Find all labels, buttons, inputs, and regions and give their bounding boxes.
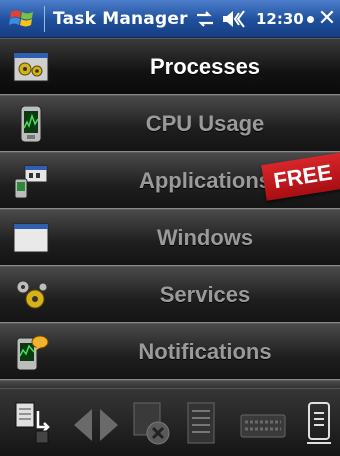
menu-item-label: CPU Usage xyxy=(145,111,265,136)
menu-device-icon[interactable] xyxy=(306,401,332,445)
menu-item-notifications[interactable]: Notifications xyxy=(0,323,340,380)
task-menu: Processes CPU Usage Applications Windows xyxy=(0,38,340,402)
menu-item-processes[interactable]: Processes xyxy=(0,38,340,95)
close-button[interactable]: ✕ xyxy=(316,5,338,33)
end-task-icon[interactable] xyxy=(132,401,172,445)
title-bar: Task Manager 12:30 ✕ xyxy=(0,0,340,38)
services-gears-icon xyxy=(16,280,48,309)
cpu-usage-device-icon xyxy=(20,106,42,142)
volume-icon[interactable] xyxy=(221,9,247,29)
applications-device-icon xyxy=(14,165,48,199)
menu-item-services[interactable]: Services xyxy=(0,266,340,323)
list-icon[interactable] xyxy=(186,401,216,445)
clock[interactable]: 12:30 xyxy=(256,10,304,28)
app-title: Task Manager xyxy=(53,9,188,29)
menu-item-label: Notifications xyxy=(138,339,272,364)
window-icon xyxy=(13,223,49,253)
notifications-device-icon xyxy=(16,335,49,370)
menu-item-cpu-usage[interactable]: CPU Usage xyxy=(0,95,340,152)
back-arrow-icon[interactable] xyxy=(72,407,94,443)
notification-dot-icon xyxy=(307,16,314,23)
windows-start-icon[interactable] xyxy=(9,7,35,31)
menu-item-label: Windows xyxy=(156,225,254,250)
menu-item-windows[interactable]: Windows xyxy=(0,209,340,266)
keyboard-icon[interactable] xyxy=(240,411,286,441)
forward-arrow-icon[interactable] xyxy=(98,407,120,443)
menu-item-label: Services xyxy=(159,282,251,307)
bottom-toolbar xyxy=(0,388,340,456)
connectivity-icon[interactable] xyxy=(193,9,217,29)
menu-item-label: Processes xyxy=(149,54,261,79)
processes-gear-window-icon xyxy=(13,52,49,82)
title-separator xyxy=(44,6,45,32)
switch-task-icon[interactable] xyxy=(14,401,52,445)
